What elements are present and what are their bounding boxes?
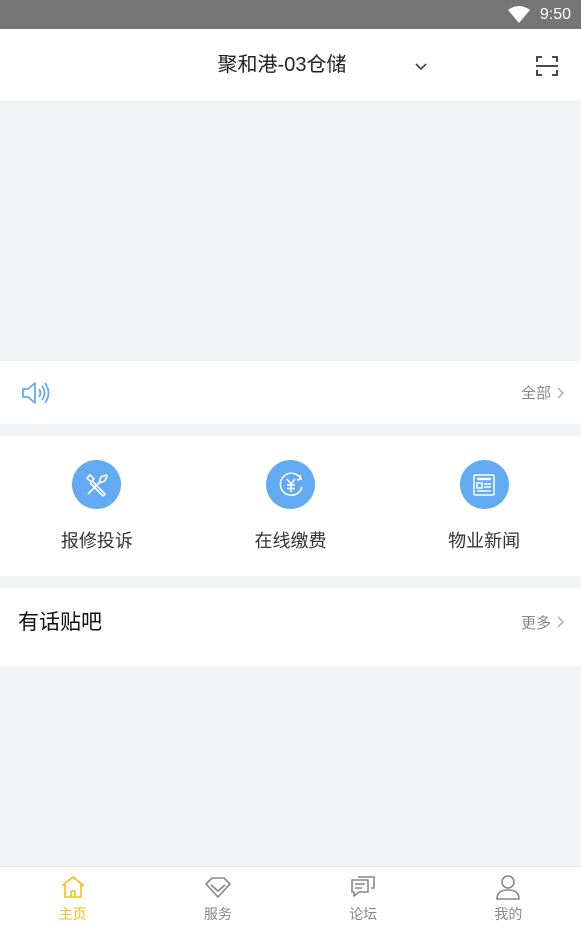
- news-icon: [459, 460, 509, 509]
- wifi-icon: [507, 6, 530, 23]
- user-icon: [494, 873, 522, 901]
- chevron-right-icon: [557, 616, 565, 628]
- tools-icon: [72, 460, 122, 509]
- tab-label: 论坛: [349, 907, 378, 923]
- notice-all-link[interactable]: 全部: [521, 361, 565, 424]
- tab-home[interactable]: 主页: [0, 867, 145, 930]
- tab-forum[interactable]: 论坛: [291, 867, 436, 930]
- forum-section: 有话贴吧 更多: [0, 588, 581, 666]
- service-repair[interactable]: 报修投诉: [0, 436, 194, 576]
- service-news[interactable]: 物业新闻: [387, 436, 581, 576]
- chevron-right-icon: [557, 387, 565, 399]
- service-label: 在线缴费: [254, 531, 327, 552]
- status-time: 9:50: [539, 5, 571, 23]
- service-grid: 报修投诉 在线缴费 物业新闻: [0, 436, 581, 576]
- tab-mine[interactable]: 我的: [436, 867, 581, 930]
- yuan-icon: [266, 460, 315, 509]
- speaker-icon: [20, 379, 50, 407]
- service-label: 报修投诉: [60, 531, 133, 552]
- header: 聚和港-03仓储: [0, 29, 581, 102]
- service-label: 物业新闻: [448, 531, 521, 552]
- forum-title: 有话贴吧: [18, 610, 102, 634]
- notice-bar: 全部: [0, 361, 581, 424]
- diamond-icon: [204, 873, 232, 901]
- property-title[interactable]: 聚和港-03仓储: [0, 29, 564, 102]
- bottom-tab-bar: 主页 服务 论坛 我的: [0, 866, 581, 930]
- tab-service[interactable]: 服务: [145, 867, 290, 930]
- home-icon: [59, 873, 87, 901]
- banner-area: [0, 102, 581, 360]
- scan-icon[interactable]: [535, 54, 559, 78]
- forum-more-label: 更多: [520, 613, 551, 632]
- service-payment[interactable]: 在线缴费: [194, 436, 388, 576]
- tab-label: 主页: [58, 907, 87, 923]
- chevron-down-icon[interactable]: [412, 57, 430, 75]
- chat-icon: [349, 873, 377, 901]
- notice-all-label: 全部: [520, 384, 551, 402]
- tab-label: 服务: [203, 907, 232, 923]
- forum-more-link[interactable]: 更多: [521, 588, 565, 656]
- status-bar: 9:50: [0, 0, 581, 29]
- tab-label: 我的: [494, 907, 523, 923]
